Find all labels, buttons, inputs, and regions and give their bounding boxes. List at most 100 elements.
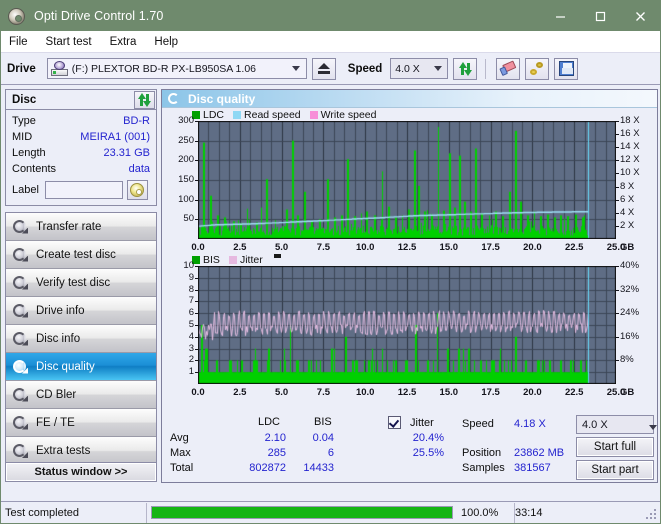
window-title: Opti Drive Control 1.70 (34, 9, 164, 23)
chart-x-unit-label: GB (620, 242, 635, 253)
disc-label-browse-button[interactable] (126, 180, 148, 200)
sidebar-item-fe-te[interactable]: FE / TE (6, 409, 156, 437)
sidebar-item-label: Transfer rate (36, 220, 102, 233)
chart-y2tick: 14 X (620, 141, 640, 153)
menu-item-extra[interactable]: Extra (110, 36, 147, 48)
chart-ytick-mark (195, 372, 198, 374)
disc-icon (13, 415, 28, 430)
stats-total-ldc: 802872 (249, 462, 286, 474)
refresh-icon (458, 61, 473, 76)
legend-label-jitter: Jitter (239, 253, 263, 266)
disc-icon (13, 275, 28, 290)
close-button[interactable] (620, 1, 660, 31)
disc-row-mid: MID MEIRA1 (001) (12, 129, 150, 145)
menu-item-file[interactable]: File (9, 36, 38, 48)
chart-plot-area-bottom[interactable]: 1 2 3 4 5 6 7 8 9 10 8% 16% 24% 32% 40% 0.0 2.5 5.0 7.5 10.… (162, 260, 657, 398)
chart-y2tick-mark (616, 212, 619, 214)
drive-select-value: (F:) PLEXTOR BD-R PX-LB950SA 1.06 (71, 62, 256, 75)
maximize-button[interactable] (580, 1, 620, 31)
drive-toolbar: Drive (F:) PLEXTOR BD-R PX-LB950SA 1.06 … (1, 53, 660, 85)
chart-y2tick-mark (616, 147, 619, 149)
sidebar-item-drive-info[interactable]: Drive info (6, 297, 156, 325)
sidebar-item-cd-bler[interactable]: CD Bler (6, 381, 156, 409)
chart-ytick-mark (195, 360, 198, 362)
chart-ytick: 100 (178, 193, 194, 205)
chart-xtick: 12.5 (397, 387, 417, 398)
speed-stat-label: Speed (462, 418, 494, 430)
stats-row-total-label: Total (170, 462, 194, 474)
disc-row-value: MEIRA1 (001) (80, 131, 150, 143)
sidebar-item-disc-info[interactable]: Disc info (6, 325, 156, 353)
sidebar-item-verify-test-disc[interactable]: Verify test disc (6, 269, 156, 297)
sidebar-item-create-test-disc[interactable]: Create test disc (6, 241, 156, 269)
stats-col-ldc: LDC (258, 416, 281, 428)
start-full-button[interactable]: Start full (576, 437, 654, 457)
disc-row-key: Contents (12, 163, 57, 175)
chart-canvas-bottom (198, 266, 616, 384)
disc-label-row: Label (12, 179, 150, 201)
sidebar-item-label: Verify test disc (36, 276, 111, 289)
chart-ytick-mark (195, 348, 198, 350)
disc-row-length: Length 23.31 GB (12, 145, 150, 161)
chart-ytick: 200 (178, 154, 194, 166)
chart-ytick-mark (195, 289, 198, 291)
sidebar-item-transfer-rate[interactable]: Transfer rate (6, 213, 156, 241)
disc-refresh-button[interactable] (134, 90, 155, 109)
legend-label-write-speed: Write speed (320, 108, 377, 121)
jitter-checkbox[interactable] (388, 416, 401, 429)
status-bar: Test completed 100.0% 33:14 (1, 501, 660, 523)
disc-label-input[interactable] (44, 181, 123, 199)
disc-label-key: Label (12, 184, 39, 196)
chart-xtick: 2.5 (233, 387, 247, 398)
stats-row-max-label: Max (170, 447, 191, 459)
chart-ytick-mark (195, 325, 198, 326)
menu-item-start-test[interactable]: Start test (46, 36, 102, 48)
chart-y2tick-mark (616, 266, 619, 267)
chart-plot-area-top[interactable]: 50 100 150 200 250 300 2 X4 X6 X8 X 10 X 12 X 14 … (162, 115, 657, 253)
status-text: Test completed (1, 502, 147, 523)
start-part-button[interactable]: Start part (576, 460, 654, 480)
disc-icon (13, 331, 28, 346)
stats-max-bis: 6 (327, 447, 334, 459)
menu-item-help[interactable]: Help (154, 36, 188, 48)
legend-swatch-jitter (228, 255, 237, 264)
erase-button[interactable] (496, 57, 521, 80)
chart-xtick: 17.5 (481, 387, 500, 398)
chart-ytick-mark (195, 336, 198, 338)
sidebar-item-extra-tests[interactable]: Extra tests (6, 437, 156, 465)
speed-select[interactable]: 4.0 X (390, 58, 449, 79)
chart-y2tick-mark (616, 225, 619, 227)
chart-ytick: 1 (188, 366, 194, 378)
chart-ytick-mark (195, 266, 198, 267)
drive-select[interactable]: (F:) PLEXTOR BD-R PX-LB950SA 1.06 (46, 58, 307, 79)
disc-panel: Disc Type BD-R MID MEIRA1 (001) Length 2… (5, 89, 157, 206)
chart-y2tick: 10 X (620, 167, 640, 179)
status-window-button[interactable]: Status window >> (5, 462, 157, 482)
sidebar-item-label: Extra tests (36, 445, 91, 457)
eject-button[interactable] (311, 57, 336, 80)
eraser-icon (498, 59, 519, 78)
chart-xtick: 5.0 (274, 242, 289, 253)
chart-y2tick-mark (616, 336, 619, 338)
chart-ytick: 10 (183, 260, 194, 271)
disc-row-key: Length (12, 147, 46, 159)
disc-row-key: MID (12, 131, 33, 143)
chart-xtick: 15.0 (439, 387, 459, 398)
resize-grip-icon[interactable] (646, 509, 658, 521)
disc-icon (8, 7, 25, 25)
test-speed-select[interactable]: 4.0 X (576, 415, 654, 434)
refresh-drive-button[interactable] (453, 57, 478, 80)
chart-y2tick: 12 X (620, 154, 640, 166)
chart-xtick: 0.0 (191, 242, 205, 253)
sidebar-item-label: CD Bler (36, 388, 77, 401)
sidebar-item-disc-quality[interactable]: Disc quality (6, 353, 156, 381)
tools-button[interactable] (525, 57, 550, 80)
progress-bar (147, 503, 457, 523)
save-button[interactable] (554, 57, 579, 80)
chart-xtick: 5.0 (274, 387, 289, 398)
legend-label-read-speed: Read speed (244, 108, 301, 121)
test-nav-list: Transfer rate Create test disc Verify te… (5, 212, 157, 466)
chart-ytick-mark (195, 121, 198, 122)
minimize-button[interactable] (540, 1, 580, 31)
window-controls (540, 1, 660, 31)
